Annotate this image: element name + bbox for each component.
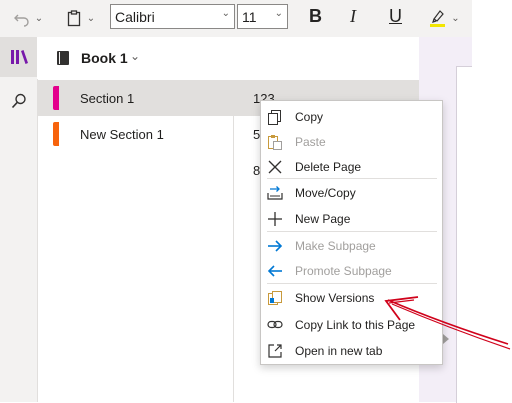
notebook-header[interactable]: Book 1 ⌄ [37,37,419,79]
menu-item-delete-page[interactable]: Delete Page [261,155,442,180]
notebook-icon [57,51,69,65]
notebooks-button[interactable] [0,37,37,77]
collapse-arrow-icon[interactable] [443,334,449,344]
menu-separator [267,231,437,232]
chevron-down-icon: ⌄ [451,12,460,24]
plus-icon [268,212,282,226]
highlight-button[interactable]: ⌄ [424,6,464,30]
menu-item-label: Move/Copy [295,186,356,200]
menu-item-move-copy[interactable]: Move/Copy [261,181,442,206]
section-label: New Section 1 [80,127,164,142]
chevron-down-icon: ⌄ [86,12,96,24]
search-button[interactable] [0,81,37,121]
search-icon [11,93,26,109]
section-color-tab [53,122,59,146]
section-label: Section 1 [80,91,135,106]
window-margin [472,0,512,402]
menu-item-label: Promote Subpage [295,264,392,278]
menu-item-label: New Page [295,212,351,226]
highlighter-icon [430,10,446,27]
section-item[interactable]: New Section 1 [37,116,233,152]
menu-separator [267,283,437,284]
undo-button[interactable]: ⌄ [8,6,48,30]
close-icon [268,160,282,174]
menu-item-copy-link[interactable]: Copy Link to this Page [261,313,442,338]
menu-separator [267,178,437,179]
copy-icon [268,110,281,125]
section-item[interactable]: Section 1 [37,80,233,116]
link-icon [267,320,283,329]
paste-icon [268,135,282,150]
menu-item-label: Delete Page [295,160,362,174]
menu-item-label: Copy Link to this Page [295,318,416,332]
arrow-left-icon [267,265,282,277]
menu-item-new-page[interactable]: New Page [261,207,442,232]
menu-item-label: Make Subpage [295,239,376,253]
menu-item-paste[interactable]: Paste [261,130,442,155]
chevron-down-icon: ⌄ [34,12,44,24]
clipboard-icon [67,10,80,27]
menu-item-copy[interactable]: Copy [261,105,442,130]
font-name-dropdown[interactable]: Calibri ⌄ [110,4,235,29]
menu-item-label: Open in new tab [295,344,383,358]
section-color-tab [53,86,59,110]
chevron-down-icon: ⌄ [130,49,141,63]
menu-item-make-subpage[interactable]: Make Subpage [261,234,442,259]
underline-button[interactable]: U [389,6,402,27]
menu-item-promote-subpage[interactable]: Promote Subpage [261,259,442,284]
menu-item-label: Paste [295,135,326,149]
menu-item-show-versions[interactable]: Show Versions [261,286,442,311]
paste-button[interactable]: ⌄ [60,6,100,30]
notebook-title: Book 1 [81,50,128,66]
menu-item-label: Copy [295,110,324,124]
versions-icon [268,291,282,305]
open-new-tab-icon [268,344,282,358]
menu-item-label: Show Versions [295,291,375,305]
move-copy-icon [267,186,283,200]
italic-button[interactable]: I [350,6,356,27]
font-name-value: Calibri [115,9,155,25]
bold-button[interactable]: B [309,6,322,27]
font-size-dropdown[interactable]: 11 ⌄ [237,4,288,29]
ribbon-toolbar: ⌄ ⌄ Calibri ⌄ 11 ⌄ B I U ⌄ [0,0,472,38]
chevron-down-icon: ⌄ [274,8,283,19]
page-canvas-paper[interactable] [456,66,473,403]
context-menu: Copy Paste Delete Page Move/Copy New Pag… [260,100,443,365]
undo-icon [13,14,29,27]
menu-item-open-new-tab[interactable]: Open in new tab [261,339,442,364]
notebooks-icon [10,50,28,64]
section-list: Section 1 New Section 1 [37,80,234,402]
chevron-down-icon: ⌄ [221,8,230,19]
navigation-rail [0,37,38,402]
font-size-value: 11 [242,9,257,25]
arrow-right-icon [268,240,283,252]
